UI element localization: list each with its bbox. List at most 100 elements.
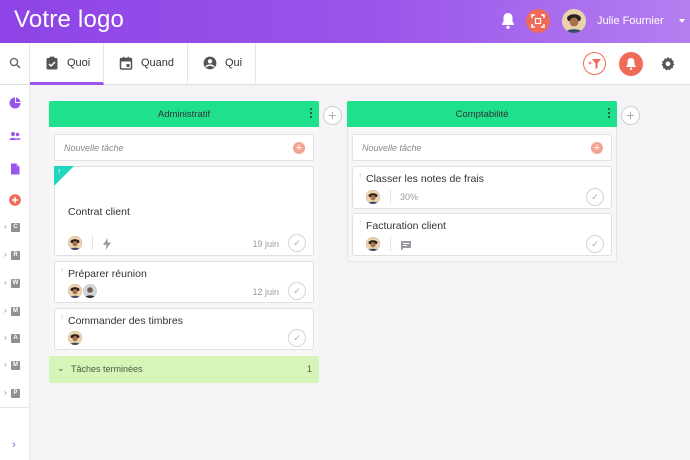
account-circle-icon [203,56,217,70]
column-administratif: Administratif Nouvelle tâche + ↑ Contrat… [49,101,319,383]
task-card[interactable]: ↑ Facturation client ✓ [352,213,612,256]
search-icon [9,57,21,69]
task-title: Préparer réunion [68,268,147,280]
chevron-right-icon: › [4,360,7,369]
sidebar-project[interactable]: › C [4,222,26,232]
avatar [68,331,82,345]
arrow-up-icon: ↑ [60,313,64,322]
tab-qui[interactable]: Qui [188,43,256,85]
divider [390,190,391,204]
fullscreen-icon [531,14,545,28]
chevron-down-icon[interactable] [679,19,685,23]
sidebar-project[interactable]: › W [4,278,26,288]
task-card[interactable]: ↑ Préparer réunion 12 juin ✓ [54,261,314,303]
due-date: 19 juin [252,239,279,249]
avatar [366,190,380,204]
more-vertical-icon[interactable] [608,108,611,120]
task-title: Classer les notes de frais [366,173,484,185]
expand-sidebar-icon[interactable]: › [12,439,16,451]
task-card[interactable]: ↑ Classer les notes de frais 30% ✓ [352,166,612,209]
sidebar-project[interactable]: › R [4,250,26,260]
sidebar-divider [0,407,30,408]
add-task-icon[interactable]: + [293,142,305,154]
tab-label: Qui [225,57,243,69]
tab-label: Quoi [67,57,91,69]
lightning-icon [102,237,112,255]
logo[interactable]: Votre logo [14,6,124,34]
avatar [83,284,97,298]
avatar [366,237,380,251]
completed-tasks-toggle[interactable]: ⌄ Tâches terminées 1 [49,356,319,383]
pie-chart-icon[interactable] [9,96,21,109]
task-title: Facturation client [366,220,446,232]
column-title[interactable]: Comptabilité [347,109,617,120]
clipboard-check-icon [46,56,58,70]
top-bar: Votre logo Julie Fournier [0,0,690,43]
completed-tasks-count: 1 [306,364,312,374]
column-header: Comptabilité [347,101,617,127]
complete-task-button[interactable]: ✓ [288,329,306,347]
tab-label: Quand [141,57,175,69]
chevron-right-icon: › [4,388,7,397]
task-card[interactable]: ↑ Contrat client 19 juin ✓ [54,166,314,256]
users-icon[interactable] [9,129,21,141]
chevron-right-icon: › [4,250,7,259]
fullscreen-button[interactable] [526,9,550,33]
due-date: 12 juin [252,287,279,297]
filter-icon [588,59,601,69]
add-column-button[interactable]: + [323,106,342,125]
bell-icon [626,58,636,70]
new-task-input[interactable]: Nouvelle tâche + [352,134,612,161]
column-title[interactable]: Administratif [49,109,319,120]
new-task-input[interactable]: Nouvelle tâche + [54,134,314,161]
new-task-placeholder: Nouvelle tâche [362,143,422,153]
settings-button[interactable] [660,56,676,77]
arrow-up-icon: ↑ [358,171,362,180]
tab-quand[interactable]: Quand [104,43,188,85]
calendar-icon [119,56,133,70]
completed-tasks-label: Tâches terminées [71,364,143,374]
add-project-icon[interactable] [9,193,21,206]
divider [92,236,93,250]
user-name[interactable]: Julie Fournier [597,15,664,27]
chevron-down-icon: ⌄ [57,363,65,373]
arrow-up-icon: ↑ [358,218,362,227]
chevron-right-icon: › [4,306,7,315]
complete-task-button[interactable]: ✓ [586,235,604,253]
tab-bar: Quoi Quand Qui [0,43,690,85]
gear-icon [661,56,675,71]
filter-button[interactable] [583,52,606,75]
complete-task-button[interactable]: ✓ [586,188,604,206]
search-button[interactable] [0,43,30,85]
task-progress: 30% [400,192,419,202]
chevron-right-icon: › [4,278,7,287]
more-vertical-icon[interactable] [310,108,313,120]
chevron-right-icon: › [4,333,7,342]
complete-task-button[interactable]: ✓ [288,234,306,252]
sidebar-project[interactable]: › M [4,306,26,316]
sidebar-project[interactable]: › M [4,360,26,370]
arrow-up-icon: ↑ [57,167,61,176]
document-icon[interactable] [9,162,21,175]
add-column-button[interactable]: + [621,106,640,125]
task-card[interactable]: ↑ Commander des timbres ✓ [54,308,314,350]
avatar [68,236,82,250]
sidebar: › C › R › W › M › A › M › P › [0,85,30,460]
sidebar-project[interactable]: › A [4,333,26,343]
divider [390,237,391,251]
user-avatar[interactable] [562,9,586,33]
bell-icon[interactable] [500,12,516,30]
column-comptabilite: Comptabilité Nouvelle tâche + ↑ Classer … [347,101,617,262]
comment-icon [400,238,412,256]
add-task-icon[interactable]: + [591,142,603,154]
chevron-right-icon: › [4,222,7,231]
new-task-placeholder: Nouvelle tâche [64,143,124,153]
notifications-button[interactable] [619,52,643,76]
tab-quoi[interactable]: Quoi [30,43,104,85]
task-title: Contrat client [68,206,130,218]
arrow-up-icon: ↑ [60,266,64,275]
column-header: Administratif [49,101,319,127]
complete-task-button[interactable]: ✓ [288,282,306,300]
sidebar-project[interactable]: › P [4,388,26,398]
avatar [68,284,82,298]
